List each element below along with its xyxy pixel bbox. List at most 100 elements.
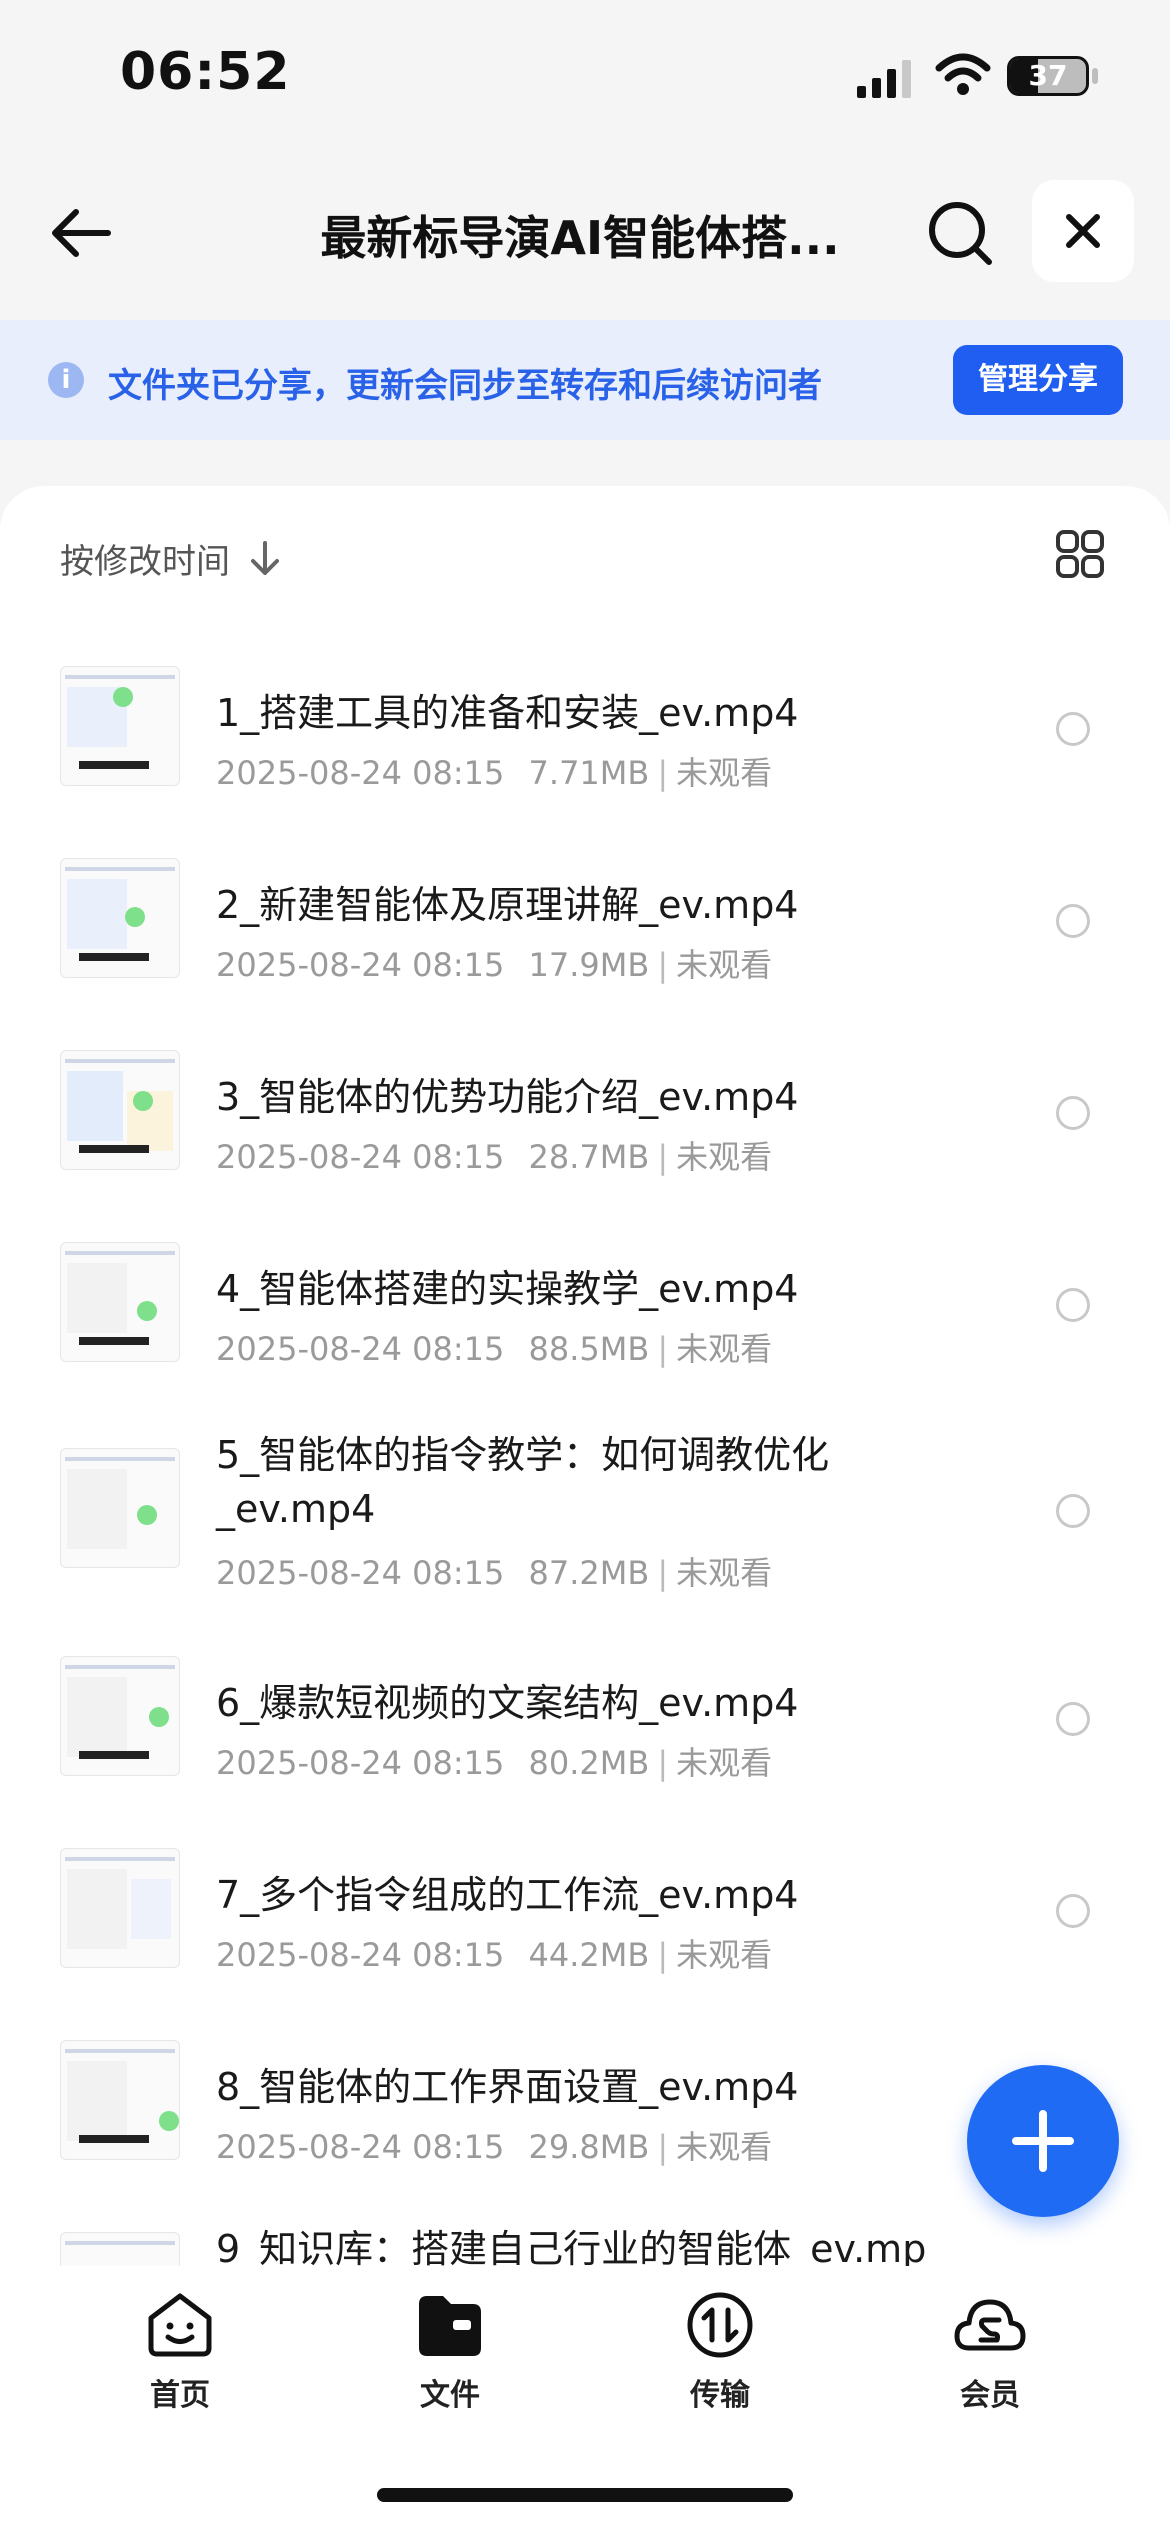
file-meta: 2025-08-24 08:15 17.9MB | 未观看 [216, 946, 773, 984]
sort-control[interactable]: 按修改时间 [60, 534, 282, 583]
nav-header: 最新标导演AI智能体搭... [0, 150, 1170, 320]
share-banner: i 文件夹已分享，更新会同步至转存和后续访问者 管理分享 [0, 320, 1170, 440]
file-row[interactable]: 9_知识库：搭建自己行业的智能体_ev.mp [0, 2222, 1170, 2266]
video-thumbnail [60, 2232, 180, 2266]
share-banner-text: 文件夹已分享，更新会同步至转存和后续访问者 [108, 366, 822, 406]
video-thumbnail [60, 1050, 180, 1170]
file-size: 87.2MB [528, 1554, 650, 1592]
file-name: 9_知识库：搭建自己行业的智能体_ev.mp [216, 2227, 927, 2266]
watch-status: 未观看 [676, 754, 773, 792]
file-date: 2025-08-24 08:15 [216, 1936, 505, 1974]
watch-status: 未观看 [676, 1138, 773, 1176]
file-list-sheet: 按修改时间 1_搭建工具的准备和安装_ev.mp4 2025-08-24 08:… [0, 486, 1170, 2266]
tab-files-label: 文件 [420, 2378, 480, 2413]
tab-vip-label: 会员 [960, 2378, 1020, 2413]
video-thumbnail [60, 1848, 180, 1968]
tab-home-label: 首页 [150, 2378, 210, 2413]
watch-status: 未观看 [676, 1330, 773, 1368]
search-icon[interactable] [925, 198, 995, 268]
file-date: 2025-08-24 08:15 [216, 754, 505, 792]
file-size: 88.5MB [528, 1330, 650, 1368]
manage-share-button[interactable]: 管理分享 [953, 345, 1123, 415]
file-size: 44.2MB [528, 1936, 650, 1974]
file-size: 80.2MB [528, 1744, 650, 1782]
file-date: 2025-08-24 08:15 [216, 1138, 505, 1176]
battery-tip [1092, 68, 1098, 84]
watch-status: 未观看 [676, 2128, 773, 2166]
status-time: 06:52 [120, 42, 291, 102]
status-bar: 06:52 37 [0, 0, 1170, 150]
file-size: 17.9MB [528, 946, 650, 984]
video-thumbnail [60, 1656, 180, 1776]
back-arrow-icon[interactable] [48, 200, 114, 266]
tab-transfer[interactable]: 传输 [630, 2290, 810, 2414]
file-name: 8_智能体的工作界面设置_ev.mp4 [216, 2065, 799, 2109]
tab-vip[interactable]: 会员 [900, 2290, 1080, 2414]
grid-view-icon[interactable] [1055, 529, 1105, 579]
video-thumbnail [60, 858, 180, 978]
file-row[interactable]: 6_爆款短视频的文案结构_ev.mp4 2025-08-24 08:15 80.… [0, 1646, 1170, 1836]
file-row[interactable]: 4_智能体搭建的实操教学_ev.mp4 2025-08-24 08:15 88.… [0, 1232, 1170, 1422]
tab-home[interactable]: 首页 [90, 2290, 270, 2414]
file-name: 7_多个指令组成的工作流_ev.mp4 [216, 1873, 799, 1917]
cellular-signal-icon [857, 60, 911, 98]
battery-icon: 37 [1007, 56, 1089, 96]
close-button[interactable] [1032, 180, 1134, 282]
page-title: 最新标导演AI智能体搭... [320, 211, 840, 265]
plus-icon [1012, 2110, 1074, 2172]
watch-status: 未观看 [676, 1744, 773, 1782]
select-radio[interactable] [1056, 1894, 1090, 1928]
folder-icon [419, 2296, 481, 2356]
close-icon [1066, 214, 1100, 248]
video-thumbnail [60, 1242, 180, 1362]
file-meta: 2025-08-24 08:15 7.71MB | 未观看 [216, 754, 773, 792]
file-meta: 2025-08-24 08:15 29.8MB | 未观看 [216, 2128, 773, 2166]
file-name: 6_爆款短视频的文案结构_ev.mp4 [216, 1681, 799, 1725]
vip-cloud-icon [954, 2299, 1026, 2351]
file-name: 5_智能体的指令教学：如何调教优化_ev.mp4 [216, 1433, 830, 1531]
file-meta: 2025-08-24 08:15 44.2MB | 未观看 [216, 1936, 773, 1974]
file-meta: 2025-08-24 08:15 28.7MB | 未观看 [216, 1138, 773, 1176]
select-radio[interactable] [1056, 1702, 1090, 1736]
file-size: 28.7MB [528, 1138, 650, 1176]
file-date: 2025-08-24 08:15 [216, 1554, 505, 1592]
home-indicator [377, 2488, 793, 2502]
file-date: 2025-08-24 08:15 [216, 946, 505, 984]
file-date: 2025-08-24 08:15 [216, 1330, 505, 1368]
arrow-down-icon [251, 540, 279, 575]
transfer-icon [687, 2292, 753, 2358]
video-thumbnail [60, 1448, 180, 1568]
file-date: 2025-08-24 08:15 [216, 2128, 505, 2166]
tab-files[interactable]: 文件 [360, 2290, 540, 2414]
file-meta: 2025-08-24 08:15 88.5MB | 未观看 [216, 1330, 773, 1368]
file-row[interactable]: 3_智能体的优势功能介绍_ev.mp4 2025-08-24 08:15 28.… [0, 1040, 1170, 1230]
select-radio[interactable] [1056, 1494, 1090, 1528]
file-name: 2_新建智能体及原理讲解_ev.mp4 [216, 883, 799, 927]
sort-label: 按修改时间 [60, 542, 230, 582]
watch-status: 未观看 [676, 1554, 773, 1592]
file-size: 29.8MB [528, 2128, 650, 2166]
home-face-icon [148, 2293, 212, 2357]
wifi-icon [935, 53, 991, 95]
file-row[interactable]: 1_搭建工具的准备和安装_ev.mp4 2025-08-24 08:15 7.7… [0, 656, 1170, 846]
tab-transfer-label: 传输 [690, 2378, 750, 2413]
file-size: 7.71MB [528, 754, 650, 792]
select-radio[interactable] [1056, 712, 1090, 746]
file-name: 4_智能体搭建的实操教学_ev.mp4 [216, 1267, 799, 1311]
video-thumbnail [60, 2040, 180, 2160]
add-button[interactable] [967, 2065, 1119, 2217]
file-name: 1_搭建工具的准备和安装_ev.mp4 [216, 691, 799, 735]
file-row[interactable]: 5_智能体的指令教学：如何调教优化_ev.mp4 2025-08-24 08:1… [0, 1424, 1170, 1644]
select-radio[interactable] [1056, 1288, 1090, 1322]
file-row[interactable]: 2_新建智能体及原理讲解_ev.mp4 2025-08-24 08:15 17.… [0, 848, 1170, 1038]
select-radio[interactable] [1056, 904, 1090, 938]
file-meta: 2025-08-24 08:15 80.2MB | 未观看 [216, 1744, 773, 1782]
file-name: 3_智能体的优势功能介绍_ev.mp4 [216, 1075, 799, 1119]
watch-status: 未观看 [676, 946, 773, 984]
watch-status: 未观看 [676, 1936, 773, 1974]
file-meta: 2025-08-24 08:15 87.2MB | 未观看 [216, 1554, 773, 1592]
info-icon: i [48, 362, 84, 398]
file-date: 2025-08-24 08:15 [216, 1744, 505, 1782]
select-radio[interactable] [1056, 1096, 1090, 1130]
file-row[interactable]: 7_多个指令组成的工作流_ev.mp4 2025-08-24 08:15 44.… [0, 1838, 1170, 2028]
